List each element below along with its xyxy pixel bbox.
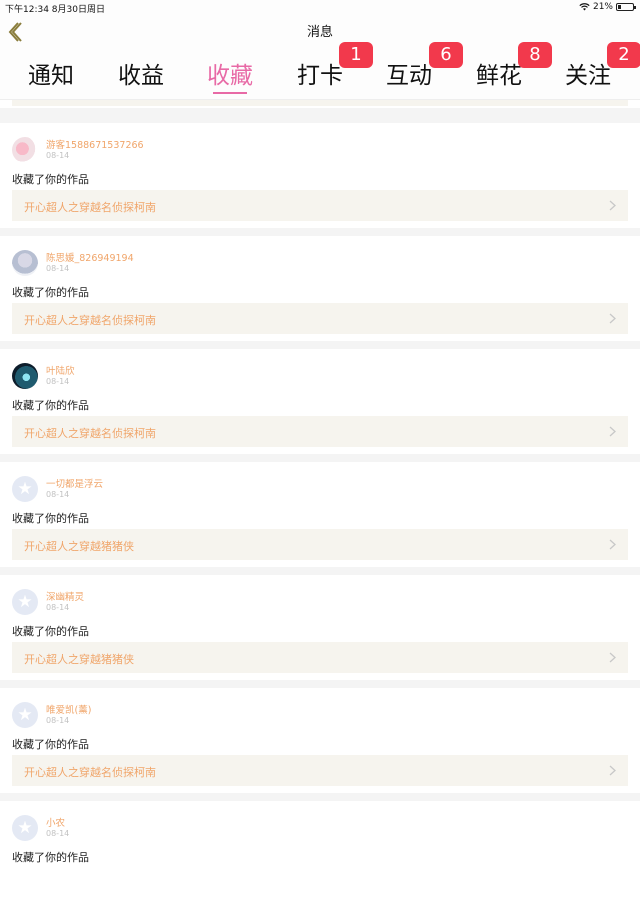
notification-date: 08-14 [46,377,70,386]
tab-flowers[interactable]: 鲜花 [476,56,522,90]
notification-action: 收藏了你的作品 [12,512,89,525]
chevron-right-icon [609,765,616,776]
previous-card-stub [0,100,640,108]
notification-action: 收藏了你的作品 [12,173,89,186]
notification-card: 游客1588671537266 08-14 收藏了你的作品 开心超人之穿越名侦探… [0,123,640,228]
default-avatar[interactable] [12,702,38,728]
work-title: 开心超人之穿越名侦探柯南 [24,427,156,440]
notification-card: 唯爱凯(薰) 08-14 收藏了你的作品 开心超人之穿越名侦探柯南 [0,688,640,793]
work-title: 开心超人之穿越名侦探柯南 [24,314,156,327]
username[interactable]: 陈思媛_826949194 [46,250,134,264]
notification-feed: 游客1588671537266 08-14 收藏了你的作品 开心超人之穿越名侦探… [0,100,640,906]
avatar[interactable] [12,250,38,276]
chevron-right-icon [609,539,616,550]
page-title: 消息 [306,25,333,40]
work-title: 开心超人之穿越名侦探柯南 [24,201,156,214]
notification-date: 08-14 [46,151,70,160]
notification-date: 08-14 [46,716,70,725]
notification-action: 收藏了你的作品 [12,399,89,412]
work-title: 开心超人之穿越名侦探柯南 [24,766,156,779]
default-avatar[interactable] [12,476,38,502]
notification-action: 收藏了你的作品 [12,738,89,751]
notification-action: 收藏了你的作品 [12,286,89,299]
wifi-icon [579,3,590,11]
tab-label: 收藏 [207,63,253,89]
notification-date: 08-14 [46,490,70,499]
back-arrow-icon[interactable] [6,21,24,43]
active-tab-indicator [213,92,247,94]
badge-flowers-count: 8 [518,42,552,68]
default-avatar[interactable] [12,589,38,615]
tab-label: 鲜花 [476,63,522,89]
work-link[interactable]: 开心超人之穿越名侦探柯南 [12,303,628,334]
notification-date: 08-14 [46,829,70,838]
battery-icon [616,3,636,11]
work-title: 开心超人之穿越猪猪侠 [24,653,134,666]
chevron-right-icon [609,313,616,324]
tab-label: 打卡 [297,63,343,89]
username[interactable]: 深幽精灵 [46,589,84,603]
work-link[interactable]: 开心超人之穿越名侦探柯南 [12,416,628,447]
badge-checkin-count: 1 [339,42,373,68]
badge-follow-count: 2 [607,42,640,68]
work-link[interactable]: 开心超人之穿越猪猪侠 [12,529,628,560]
status-time-date: 下午12:34 8月30日周日 [5,5,105,15]
chevron-right-icon [609,200,616,211]
notification-action: 收藏了你的作品 [12,625,89,638]
tab-earnings[interactable]: 收益 [118,56,164,90]
notification-card: 陈思媛_826949194 08-14 收藏了你的作品 开心超人之穿越名侦探柯南 [0,236,640,341]
chevron-right-icon [609,652,616,663]
username[interactable]: 小农 [46,815,65,829]
avatar[interactable] [12,137,38,163]
notification-card: 一切都是浮云 08-14 收藏了你的作品 开心超人之穿越猪猪侠 [0,462,640,567]
work-title: 开心超人之穿越猪猪侠 [24,540,134,553]
status-right: 21% [579,2,636,12]
tab-notifications[interactable]: 通知 [28,56,74,90]
username[interactable]: 游客1588671537266 [46,137,144,151]
tab-follow[interactable]: 关注 [565,56,611,90]
notification-card: 叶陆欣 08-14 收藏了你的作品 开心超人之穿越名侦探柯南 [0,349,640,454]
work-link[interactable]: 开心超人之穿越猪猪侠 [12,642,628,673]
tab-interaction[interactable]: 互动 [386,56,432,90]
notification-card: 深幽精灵 08-14 收藏了你的作品 开心超人之穿越猪猪侠 [0,575,640,680]
status-bar: 下午12:34 8月30日周日 21% [0,0,640,15]
tab-label: 收益 [118,63,164,89]
notification-card: 小农 08-14 收藏了你的作品 [0,801,640,906]
default-avatar[interactable] [12,815,38,841]
notification-date: 08-14 [46,264,70,273]
tab-checkin[interactable]: 打卡 [297,56,343,90]
tab-label: 互动 [386,63,432,89]
username[interactable]: 叶陆欣 [46,363,75,377]
tab-favorites[interactable]: 收藏 [207,56,253,94]
badge-interaction-count: 6 [429,42,463,68]
work-link[interactable]: 开心超人之穿越名侦探柯南 [12,190,628,221]
avatar[interactable] [12,363,38,389]
battery-percent: 21% [592,2,613,12]
username[interactable]: 一切都是浮云 [46,476,103,490]
work-link[interactable]: 开心超人之穿越名侦探柯南 [12,755,628,786]
notification-action: 收藏了你的作品 [12,851,89,864]
chevron-right-icon [609,426,616,437]
tab-label: 通知 [28,63,74,89]
username[interactable]: 唯爱凯(薰) [46,702,91,716]
notification-date: 08-14 [46,603,70,612]
tab-label: 关注 [565,63,611,89]
